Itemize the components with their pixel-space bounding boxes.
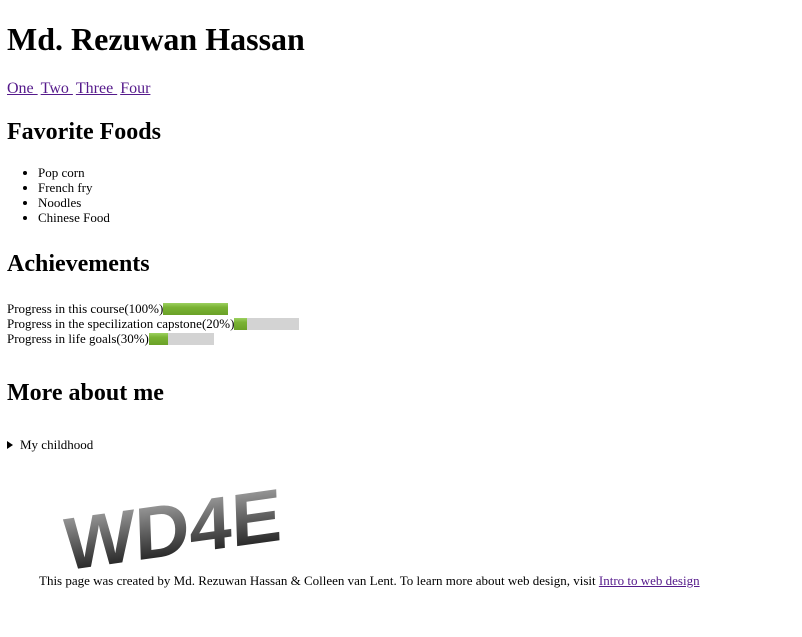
list-item: Noodles (38, 195, 110, 210)
disclosure-triangle-icon (7, 441, 13, 449)
list-item: French fry (38, 180, 110, 195)
page-title: Md. Rezuwan Hassan (7, 21, 305, 57)
progress-row: Progress in this course(100%) (7, 301, 299, 316)
progress-fill (148, 332, 169, 345)
footer: This page was created by Md. Rezuwan Has… (39, 573, 700, 589)
achievements-heading: Achievements (7, 251, 150, 277)
nav-link-four[interactable]: Four (120, 80, 150, 97)
progress-list: Progress in this course(100%) Progress i… (7, 301, 300, 346)
list-item: Chinese Food (38, 210, 110, 225)
footer-text: This page was created by Md. Rezuwan Has… (39, 573, 599, 588)
more-heading: More about me (7, 380, 164, 406)
progress-bar (148, 332, 214, 345)
progress-row: Progress in life goals(30%) (7, 331, 299, 346)
list-item: Pop corn (38, 165, 110, 180)
progress-bar (234, 317, 300, 330)
progress-label: Progress in life goals(30%) (7, 331, 149, 346)
progress-fill (234, 317, 248, 330)
childhood-details[interactable]: My childhood (7, 437, 93, 453)
progress-fill (163, 302, 229, 315)
nav-link-three[interactable]: Three (76, 80, 117, 97)
nav-bar: One Two Three Four (7, 80, 153, 98)
progress-label: Progress in this course(100%) (7, 301, 164, 316)
foods-list: Pop corn French fry Noodles Chinese Food (7, 165, 110, 225)
nav-link-one[interactable]: One (7, 80, 38, 97)
nav-link-two[interactable]: Two (41, 80, 73, 97)
logo-text: WD4E (62, 473, 283, 573)
foods-heading: Favorite Foods (7, 119, 161, 145)
summary-label: My childhood (20, 437, 94, 452)
progress-row: Progress in the specilization capstone(2… (7, 316, 300, 331)
progress-label: Progress in the specilization capstone(2… (7, 316, 235, 331)
intro-web-design-link[interactable]: Intro to web design (599, 573, 700, 588)
wd4e-logo: WD4E (62, 473, 283, 573)
childhood-summary[interactable]: My childhood (7, 437, 93, 453)
progress-bar (163, 302, 229, 315)
